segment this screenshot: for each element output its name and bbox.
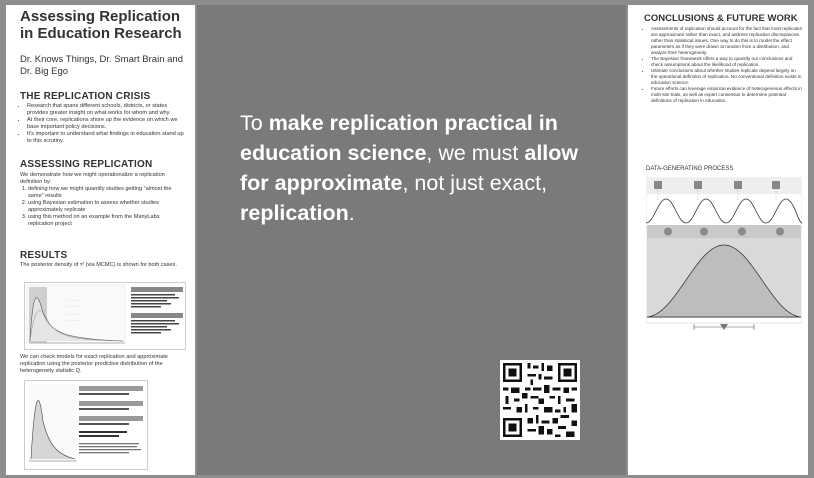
qr-code[interactable] [500, 360, 580, 440]
headline-part-bold: replication [240, 201, 349, 225]
predictive-distribution-figure [24, 380, 148, 470]
crisis-bullet: Research that spans different schools, d… [27, 103, 185, 117]
assess-text: We demonstrate how we might operationali… [20, 172, 185, 228]
assess-step: using Bayesian estimation to assess whet… [28, 200, 185, 214]
conclusions-heading: CONCLUSIONS & FUTURE WORK [644, 13, 798, 24]
svg-text:·······················: ······················· [65, 305, 84, 308]
conclusion-bullet: The Bayesian framework offers a way to q… [651, 56, 802, 68]
crisis-bullets: Research that spans different schools, d… [20, 103, 185, 145]
headline: To make replication practical in educati… [240, 108, 600, 228]
assess-step: using this method on an example from the… [28, 214, 185, 228]
results-text-2: We can check models for exact replicatio… [20, 354, 168, 374]
conclusion-bullet: Assessments of replication should accoun… [651, 26, 802, 56]
headline-part: , we must [426, 141, 525, 165]
crisis-bullet: At their core, replications shore up the… [27, 117, 185, 131]
crisis-heading: THE REPLICATION CRISIS [20, 91, 151, 102]
assess-heading: ASSESSING REPLICATION [20, 159, 153, 170]
results-text: The posterior density of τ² (via MCMC) i… [20, 262, 178, 268]
headline-part: To [240, 111, 269, 135]
posterior-density-figure: ······················· ················… [24, 282, 186, 350]
data-generating-process-diagram [645, 176, 803, 337]
crisis-bullet: It's important to understand what findin… [27, 131, 185, 145]
results-heading: RESULTS [20, 250, 68, 261]
conclusions-bullets: Assessments of replication should accoun… [646, 26, 802, 104]
headline-part: . [348, 201, 355, 225]
conclusion-bullet: Ultimate conclusions about whether studi… [651, 68, 802, 86]
assess-step: defining how we might quantify studies g… [28, 186, 185, 200]
assess-intro: We demonstrate how we might operationali… [20, 172, 165, 185]
headline-part: , not just exact, [402, 171, 548, 195]
authors: Dr. Knows Things, Dr. Smart Brain and Dr… [20, 54, 183, 77]
svg-text:·······················: ······················· [65, 299, 84, 302]
dgp-title: DATA-GENERATING PROCESS [646, 166, 734, 172]
svg-text:·······················: ······················· [65, 319, 84, 322]
conclusion-bullet: Future efforts can leverage empirical ev… [651, 86, 802, 104]
svg-text:·······················: ······················· [65, 313, 84, 316]
poster-title: Assessing Replication in Education Resea… [20, 8, 182, 42]
